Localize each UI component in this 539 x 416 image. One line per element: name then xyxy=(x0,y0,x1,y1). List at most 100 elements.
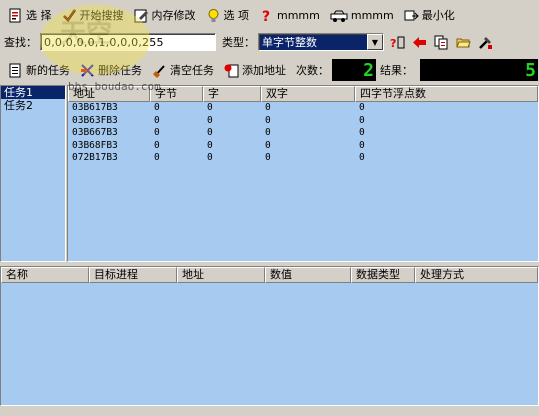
saved-table-header: 名称 目标进程 地址 数值 数据类型 处理方式 xyxy=(1,267,538,283)
cell-dword: 0 xyxy=(265,114,271,126)
column-header-datatype[interactable]: 数据类型 xyxy=(351,267,415,283)
memory-edit-icon xyxy=(134,8,149,23)
column-header-dword[interactable]: 双字 xyxy=(261,86,355,102)
table-row[interactable]: 03B63FB3 0 0 0 0 xyxy=(68,115,538,128)
address-table: 地址 字节 字 双字 四字节浮点数 03B617B3 0 0 0 0 03B63… xyxy=(67,85,539,262)
minimize-icon xyxy=(404,8,419,23)
column-header-address[interactable]: 地址 xyxy=(177,267,265,283)
cell-dword: 0 xyxy=(265,127,271,138)
column-header-float[interactable]: 四字节浮点数 xyxy=(355,86,538,102)
cell-dword: 0 xyxy=(265,152,271,163)
cell-byte: 0 xyxy=(154,114,160,126)
copy-button[interactable] xyxy=(432,32,454,52)
select-button[interactable]: 选 择 xyxy=(4,4,56,26)
add-address-label: 添加地址 xyxy=(242,64,286,77)
cell-word: 0 xyxy=(207,114,213,126)
cell-word: 0 xyxy=(207,152,213,163)
delete-task-label: 删除任务 xyxy=(98,64,142,77)
count-display: 2 xyxy=(332,59,376,81)
delete-task-button[interactable]: 删除任务 xyxy=(76,59,146,81)
cell-float: 0 xyxy=(359,139,365,151)
column-header-process[interactable]: 目标进程 xyxy=(89,267,177,283)
new-task-label: 新的任务 xyxy=(26,64,70,77)
tools-icon xyxy=(478,35,493,50)
add-address-icon xyxy=(224,63,239,78)
arrow-left-icon xyxy=(412,35,427,50)
tools-button[interactable] xyxy=(476,32,498,52)
cell-float: 0 xyxy=(359,152,365,163)
main-toolbar: 选 择 开始搜搜 内存修改 选 项 ? mmmm mmmm 最小化 xyxy=(0,0,539,30)
table-row[interactable]: 03B667B3 0 0 0 0 xyxy=(68,127,538,140)
search-value-input[interactable]: 0,0,0,0,0,1,0,0,0,255 xyxy=(40,33,216,51)
search-bar: 查找： 0,0,0,0,0,1,0,0,0,255 类型： 单字节整数 ▼ ? xyxy=(0,30,539,54)
column-header-byte[interactable]: 字节 xyxy=(150,86,203,102)
cell-float: 0 xyxy=(359,114,365,126)
svg-text:?: ? xyxy=(390,37,396,50)
cell-word: 0 xyxy=(207,102,213,113)
help-question-icon: ? xyxy=(259,8,274,23)
cell-word: 0 xyxy=(207,139,213,151)
cell-byte: 0 xyxy=(154,102,160,113)
cell-address: 072B17B3 xyxy=(72,152,118,163)
mem-edit-button[interactable]: 内存修改 xyxy=(130,4,200,26)
column-header-value[interactable]: 数值 xyxy=(265,267,351,283)
task-list: 任务1 任务2 xyxy=(0,85,66,262)
type-select-value: 单字节整数 xyxy=(262,36,317,49)
result-label: 结果： xyxy=(380,64,413,77)
new-task-icon xyxy=(8,63,23,78)
svg-text:?: ? xyxy=(262,9,270,23)
cell-dword: 0 xyxy=(265,139,271,151)
check-icon xyxy=(62,8,77,23)
table-row[interactable]: 03B617B3 0 0 0 0 xyxy=(68,102,538,115)
clear-task-button[interactable]: 清空任务 xyxy=(148,59,218,81)
column-header-name[interactable]: 名称 xyxy=(1,267,89,283)
cell-address: 03B63FB3 xyxy=(72,114,118,126)
car-button[interactable]: mmmm xyxy=(326,4,398,26)
column-header-word[interactable]: 字 xyxy=(203,86,261,102)
help-label: mmmm xyxy=(277,8,320,22)
mem-edit-label: 内存修改 xyxy=(151,9,196,22)
table-row[interactable]: 03B68FB3 0 0 0 0 xyxy=(68,140,538,153)
broom-icon xyxy=(152,63,167,78)
cell-float: 0 xyxy=(359,102,365,113)
cell-address: 03B617B3 xyxy=(72,102,118,113)
task-list-item[interactable]: 任务1 xyxy=(1,86,65,99)
column-header-handling[interactable]: 处理方式 xyxy=(415,267,538,283)
search-label: 查找： xyxy=(4,36,37,49)
query-button[interactable]: ? xyxy=(388,32,410,52)
add-address-button[interactable]: 添加地址 xyxy=(220,59,290,81)
copy-icon xyxy=(434,35,449,50)
minimize-label: 最小化 xyxy=(421,9,455,22)
folder-open-icon xyxy=(456,35,471,50)
address-table-header: 地址 字节 字 双字 四字节浮点数 xyxy=(68,86,538,102)
start-search-label: 开始搜搜 xyxy=(79,9,124,22)
back-button[interactable] xyxy=(410,32,432,52)
select-process-icon xyxy=(8,8,23,23)
car-icon xyxy=(330,8,348,23)
clear-task-label: 清空任务 xyxy=(170,64,214,77)
start-search-button[interactable]: 开始搜搜 xyxy=(58,4,128,26)
status-bar xyxy=(0,406,539,416)
new-task-button[interactable]: 新的任务 xyxy=(4,59,74,81)
table-row[interactable]: 072B17B3 0 0 0 0 xyxy=(68,152,538,165)
options-button[interactable]: 选 项 xyxy=(202,4,254,26)
task-bar: 新的任务 删除任务 清空任务 添加地址 次数： 2 结果： 5 xyxy=(0,56,539,84)
saved-address-table: 名称 目标进程 地址 数值 数据类型 处理方式 xyxy=(0,266,539,406)
cell-address: 03B68FB3 xyxy=(72,139,118,151)
column-header-address[interactable]: 地址 xyxy=(68,86,150,102)
type-select[interactable]: 单字节整数 ▼ xyxy=(258,33,384,51)
delete-task-icon xyxy=(80,63,95,78)
minimize-button[interactable]: 最小化 xyxy=(400,4,459,26)
cell-byte: 0 xyxy=(154,139,160,151)
help-button[interactable]: ? mmmm xyxy=(255,4,324,26)
select-label: 选 择 xyxy=(26,9,52,22)
chevron-down-icon[interactable]: ▼ xyxy=(367,34,383,50)
task-list-item[interactable]: 任务2 xyxy=(1,99,65,112)
cell-float: 0 xyxy=(359,127,365,138)
cell-address: 03B667B3 xyxy=(72,127,118,138)
cell-byte: 0 xyxy=(154,127,160,138)
cell-word: 0 xyxy=(207,127,213,138)
lightbulb-icon xyxy=(206,8,221,23)
open-folder-button[interactable] xyxy=(454,32,476,52)
type-label: 类型： xyxy=(222,36,255,49)
